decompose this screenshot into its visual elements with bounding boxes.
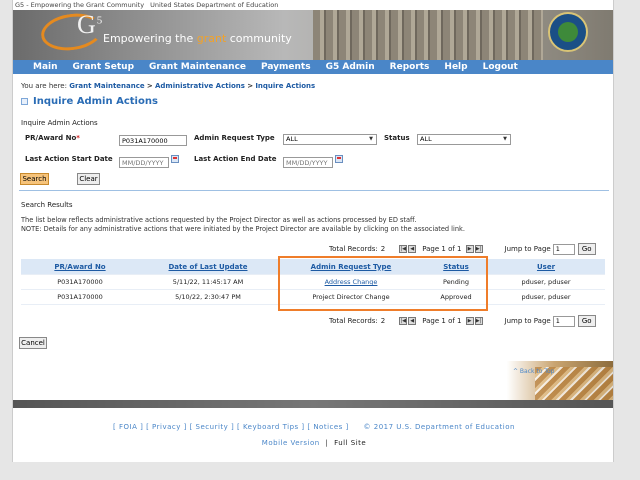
page-title: Inquire Admin Actions xyxy=(21,96,158,107)
request-type-label: Admin Request Type xyxy=(194,134,275,142)
last-page-icon[interactable]: ▶| xyxy=(474,245,483,253)
breadcrumb-prefix: You are here: xyxy=(21,82,67,90)
nav-help[interactable]: Help xyxy=(444,62,467,72)
column-header-date[interactable]: Date of Last Update xyxy=(139,259,277,274)
header-alt-left: G5 - Empowering the Grant Community xyxy=(15,1,145,9)
end-date-input[interactable] xyxy=(283,157,333,168)
nav-grant-setup[interactable]: Grant Setup xyxy=(73,62,134,72)
footer-link-keyboard-tips[interactable]: Keyboard Tips xyxy=(243,423,299,431)
back-to-top-link[interactable]: ^ Back to Top xyxy=(513,368,554,375)
status-select[interactable]: ALL ▼ xyxy=(417,134,511,145)
footer-bar xyxy=(13,400,613,408)
footer-site-version: Mobile Version | Full Site xyxy=(261,439,367,447)
column-header-user[interactable]: User xyxy=(487,259,605,274)
request-type-select[interactable]: ALL ▼ xyxy=(283,134,377,145)
breadcrumb-inquire-actions[interactable]: Inquire Actions xyxy=(255,82,315,90)
chevron-down-icon: ▼ xyxy=(369,136,373,142)
cell-award: P031A170000 xyxy=(57,278,103,286)
end-date-label: Last Action End Date xyxy=(194,155,277,163)
header-alt-right: United States Department of Education xyxy=(150,1,279,9)
next-page-icon[interactable]: ▶ xyxy=(465,245,474,253)
breadcrumb: You are here: Grant Maintenance > Admini… xyxy=(21,82,316,90)
library-shelves-image xyxy=(313,10,543,60)
prev-page-icon[interactable]: ◀ xyxy=(408,245,417,253)
divider xyxy=(19,190,609,191)
page-indicator: Page 1 of 1 xyxy=(422,245,462,253)
award-number-input[interactable] xyxy=(119,135,187,146)
site-header: G5 - Empowering the Grant Community Unit… xyxy=(13,0,613,60)
footer-link-notices[interactable]: Notices xyxy=(313,423,343,431)
cell-date: 5/11/22, 11:45:17 AM xyxy=(172,278,244,286)
main-nav: Main Grant Setup Grant Maintenance Payme… xyxy=(13,60,613,74)
nav-reports[interactable]: Reports xyxy=(390,62,430,72)
go-button[interactable]: Go xyxy=(577,243,596,255)
footer-link-privacy[interactable]: Privacy xyxy=(152,423,181,431)
cell-user: pduser, pduser xyxy=(521,293,571,301)
breadcrumb-grant-maintenance[interactable]: Grant Maintenance xyxy=(69,82,144,90)
full-site-label: Full Site xyxy=(334,439,367,447)
nav-main[interactable]: Main xyxy=(33,62,58,72)
nav-payments[interactable]: Payments xyxy=(261,62,311,72)
clear-button[interactable]: Clear xyxy=(77,173,100,185)
award-label: PR/Award No* xyxy=(25,134,80,142)
calendar-icon[interactable] xyxy=(171,155,179,163)
search-button[interactable]: Search xyxy=(20,173,49,185)
pager-bottom: Total Records: 2 |◀ ◀ Page 1 of 1 ▶ ▶| J… xyxy=(329,315,596,327)
breadcrumb-administrative-actions[interactable]: Administrative Actions xyxy=(155,82,245,90)
first-page-icon[interactable]: |◀ xyxy=(399,245,408,253)
g5-logo: G5 xyxy=(77,10,104,39)
form-section-label: Inquire Admin Actions xyxy=(21,119,98,127)
start-date-label: Last Action Start Date xyxy=(25,155,113,163)
calendar-icon[interactable] xyxy=(335,155,343,163)
cancel-button[interactable]: Cancel xyxy=(19,337,47,349)
footer-links: [ FOIA ] [ Privacy ] [ Security ] [ Keyb… xyxy=(113,423,515,431)
nav-grant-maintenance[interactable]: Grant Maintenance xyxy=(149,62,246,72)
prev-page-icon[interactable]: ◀ xyxy=(408,317,417,325)
tagline: Empowering the grant community xyxy=(103,32,292,45)
results-section-label: Search Results xyxy=(21,201,73,209)
header-image-alt-text: G5 - Empowering the Grant Community Unit… xyxy=(13,0,613,10)
status-label: Status xyxy=(384,134,410,142)
cell-date: 5/10/22, 2:30:47 PM xyxy=(175,293,241,301)
cell-award: P031A170000 xyxy=(57,293,103,301)
total-records-count: 2 xyxy=(380,245,386,253)
footer-link-security[interactable]: Security xyxy=(196,423,229,431)
annotation-highlight-box xyxy=(278,256,488,311)
jump-page-input[interactable] xyxy=(552,315,575,327)
ed-seal-logo xyxy=(548,12,588,52)
last-page-icon[interactable]: ▶| xyxy=(474,317,483,325)
next-page-icon[interactable]: ▶ xyxy=(465,317,474,325)
nav-logout[interactable]: Logout xyxy=(483,62,518,72)
first-page-icon[interactable]: |◀ xyxy=(399,317,408,325)
title-bullet-icon xyxy=(21,98,28,105)
nav-g5-admin[interactable]: G5 Admin xyxy=(326,62,375,72)
mobile-version-link[interactable]: Mobile Version xyxy=(262,439,320,447)
footer-link-foia[interactable]: FOIA xyxy=(119,423,137,431)
go-button[interactable]: Go xyxy=(577,315,596,327)
total-records-count: 2 xyxy=(380,317,386,325)
page-indicator: Page 1 of 1 xyxy=(422,317,462,325)
copyright: © 2017 U.S. Department of Education xyxy=(363,423,515,431)
page: G5 - Empowering the Grant Community Unit… xyxy=(12,0,614,462)
pager-top: Total Records: 2 |◀ ◀ Page 1 of 1 ▶ ▶| J… xyxy=(329,243,596,255)
column-header-award[interactable]: PR/Award No xyxy=(21,259,139,274)
chevron-down-icon: ▼ xyxy=(503,136,507,142)
jump-page-input[interactable] xyxy=(552,243,575,255)
cell-user: pduser, pduser xyxy=(521,278,571,286)
start-date-input[interactable] xyxy=(119,157,169,168)
results-note: The list below reflects administrative a… xyxy=(21,216,465,233)
